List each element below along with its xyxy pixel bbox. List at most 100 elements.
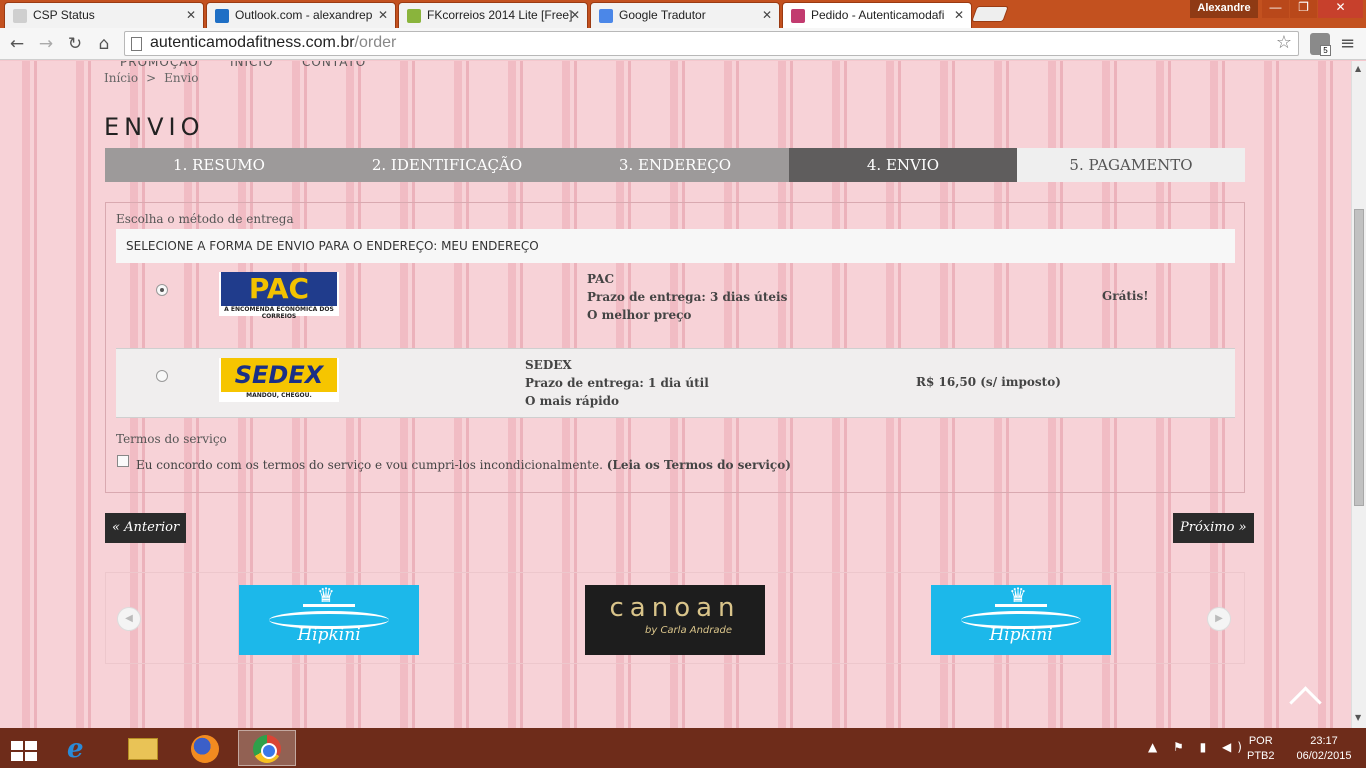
- crown-icon: [995, 583, 1047, 607]
- chrome-icon: [253, 735, 281, 763]
- new-tab-button[interactable]: [971, 6, 1009, 22]
- previous-button[interactable]: « Anterior: [105, 513, 187, 543]
- pac-radio[interactable]: [156, 284, 168, 296]
- canoan-by: by Carla Andrade: [645, 625, 733, 636]
- keyboard-code: PTB2: [1247, 750, 1275, 762]
- hipkini-brand-logo[interactable]: Hipkini: [239, 583, 419, 655]
- firefox-icon: [191, 735, 219, 763]
- home-icon[interactable]: ⌂: [93, 33, 115, 55]
- outlook-favicon-icon: [215, 9, 229, 23]
- profile-name[interactable]: Alexandre: [1190, 0, 1258, 18]
- sedex-logo: SEDEX MANDOU, CHEGOU.: [219, 358, 339, 402]
- terms-agree-text: Eu concordo com os termos do serviço e v…: [136, 458, 603, 472]
- crown-icon: [303, 583, 355, 607]
- browser-tab[interactable]: FKcorreios 2014 Lite [Free] ✕: [398, 2, 588, 28]
- shipping-option-sedex[interactable]: SEDEX MANDOU, CHEGOU. SEDEX Prazo de ent…: [116, 348, 1235, 418]
- pac-name: PAC: [587, 272, 615, 286]
- hipkini-brand-logo[interactable]: Hipkini: [931, 583, 1111, 655]
- browser-tab[interactable]: Google Tradutor ✕: [590, 2, 780, 28]
- tab-close-icon[interactable]: ✕: [762, 8, 772, 22]
- taskbar-ie[interactable]: e: [52, 730, 110, 766]
- back-arrow-icon[interactable]: ←: [6, 33, 28, 55]
- carousel-prev-icon[interactable]: ◀: [117, 607, 141, 631]
- clock-date: 06/02/2015: [1296, 750, 1352, 762]
- browser-tab-active[interactable]: Pedido - Autenticamodafi ✕: [782, 2, 972, 28]
- hipkini-script: Hipkini: [989, 625, 1053, 645]
- tab-title: FKcorreios 2014 Lite [Free]: [427, 8, 573, 22]
- step-resumo[interactable]: 1. RESUMO: [105, 148, 333, 182]
- shipping-legend: Escolha o método de entrega: [116, 212, 294, 226]
- nav-contato[interactable]: CONTATO: [302, 61, 366, 69]
- nav-inicio[interactable]: INÍCIO: [230, 61, 273, 69]
- internet-explorer-icon: e: [67, 734, 84, 764]
- sedex-price: R$ 16,50 (s/ imposto): [916, 375, 1061, 389]
- terms-link[interactable]: (Leia os Termos do serviço): [607, 458, 791, 472]
- taskbar-firefox[interactable]: [176, 730, 234, 766]
- nav-promocao[interactable]: PROMOÇÃO: [120, 61, 199, 69]
- restore-icon[interactable]: ❐: [1290, 0, 1317, 18]
- terms-title: Termos do serviço: [116, 432, 227, 446]
- terms-checkbox[interactable]: [117, 455, 129, 467]
- brand-carousel: ◀ Hipkini canoan by Carla Andrade Hipkin…: [105, 572, 1245, 664]
- android-favicon-icon: [407, 9, 421, 23]
- translate-favicon-icon: [599, 9, 613, 23]
- step-endereco[interactable]: 3. ENDEREÇO: [561, 148, 789, 182]
- breadcrumb-separator: >: [146, 71, 157, 85]
- address-header: SELECIONE A FORMA DE ENVIO PARA O ENDERE…: [116, 229, 1235, 263]
- breadcrumb-current: Envio: [164, 71, 199, 85]
- page-viewport: PROMOÇÃO INÍCIO CONTATO Início > Envio ENV…: [0, 61, 1351, 728]
- language-indicator[interactable]: POR PTB2: [1247, 734, 1275, 764]
- scroll-up-icon[interactable]: ▲: [1355, 64, 1361, 73]
- pac-logo-word: PAC: [221, 272, 337, 306]
- page-scrollbar[interactable]: ▲ ▼: [1351, 61, 1366, 728]
- terms-text: Eu concordo com os termos do serviço e v…: [136, 458, 791, 472]
- taskbar-chrome[interactable]: [238, 730, 296, 766]
- reload-icon[interactable]: ↻: [64, 33, 86, 55]
- breadcrumb-home[interactable]: Início: [104, 71, 138, 85]
- start-button[interactable]: [0, 730, 50, 766]
- page-title: ENVIO: [104, 113, 205, 141]
- hipkini-script: Hipkini: [297, 625, 361, 645]
- next-button[interactable]: Próximo »: [1173, 513, 1254, 543]
- browser-tab[interactable]: Outlook.com - alexandrep ✕: [206, 2, 396, 28]
- tab-close-icon[interactable]: ✕: [186, 8, 196, 22]
- step-identificacao[interactable]: 2. IDENTIFICAÇÃO: [333, 148, 561, 182]
- sedex-note: O mais rápido: [525, 394, 620, 408]
- taskbar-clock[interactable]: 23:17 06/02/2015: [1296, 734, 1352, 764]
- browser-toolbar: ← → ↻ ⌂ autenticamodafitness.com.br/orde…: [0, 28, 1366, 60]
- sedex-delivery: Prazo de entrega: 1 dia útil: [525, 376, 709, 390]
- close-window-icon[interactable]: ✕: [1318, 0, 1363, 18]
- page-icon: [131, 37, 142, 51]
- extension-badge: 5: [1320, 45, 1331, 56]
- url-text[interactable]: autenticamodafitness.com.br/order: [150, 34, 396, 52]
- scroll-to-top-icon[interactable]: [1288, 681, 1320, 713]
- shipping-method-box: Escolha o método de entrega SELECIONE A …: [105, 202, 1245, 493]
- minimize-icon[interactable]: —: [1262, 0, 1289, 18]
- pac-note: O melhor preço: [587, 308, 692, 322]
- menu-icon[interactable]: ≡: [1340, 33, 1355, 54]
- step-envio: 4. ENVIO: [789, 148, 1017, 182]
- forward-arrow-icon[interactable]: →: [35, 33, 57, 55]
- tab-close-icon[interactable]: ✕: [378, 8, 388, 22]
- address-bar[interactable]: autenticamodafitness.com.br/order ☆: [124, 31, 1299, 56]
- scrollbar-thumb[interactable]: [1354, 209, 1364, 506]
- csp-favicon-icon: [13, 9, 27, 23]
- system-tray-icons[interactable]: ▲ ⚑ ▮ ◀): [1148, 740, 1248, 754]
- url-path: /order: [354, 34, 397, 51]
- tab-title: Outlook.com - alexandrep: [235, 8, 373, 22]
- scroll-down-icon[interactable]: ▼: [1355, 713, 1361, 722]
- bookmark-star-icon[interactable]: ☆: [1276, 32, 1292, 53]
- tab-close-icon[interactable]: ✕: [954, 8, 964, 22]
- taskbar-explorer[interactable]: [114, 730, 172, 766]
- sedex-logo-word: SEDEX: [221, 358, 337, 392]
- browser-tab[interactable]: CSP Status ✕: [4, 2, 204, 28]
- carousel-next-icon[interactable]: ▶: [1207, 607, 1231, 631]
- step-pagamento: 5. PAGAMENTO: [1017, 148, 1245, 182]
- tab-close-icon[interactable]: ✕: [570, 8, 580, 22]
- language-code: POR: [1248, 735, 1273, 747]
- shipping-option-pac[interactable]: PAC A ENCOMENDA ECONÔMICA DOS CORREIOS P…: [116, 263, 1235, 333]
- canoan-brand-logo[interactable]: canoan by Carla Andrade: [585, 585, 765, 655]
- pac-info: PAC Prazo de entrega: 3 dias úteis O mel…: [587, 270, 787, 324]
- sedex-info: SEDEX Prazo de entrega: 1 dia útil O mai…: [525, 356, 709, 410]
- sedex-radio[interactable]: [156, 370, 168, 382]
